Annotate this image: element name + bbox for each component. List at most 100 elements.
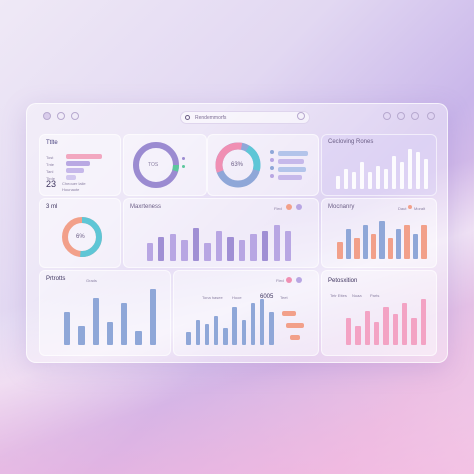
history-icon[interactable] — [71, 112, 79, 120]
card-petosxition-title: Petosxition — [328, 278, 358, 284]
card-summary-title: Ttlte — [46, 140, 58, 146]
bar — [412, 233, 419, 259]
chip-2[interactable]: Parts — [370, 293, 379, 298]
bar-chart-i — [184, 299, 276, 345]
bar — [392, 314, 398, 345]
card-table-chart[interactable]: Tona hasee Hooe 6005 Teet Fled — [173, 270, 319, 356]
donut-2-label: 63% — [231, 162, 244, 168]
legend-dot-salmon — [408, 205, 412, 209]
bar — [285, 231, 292, 261]
bar-chart-g — [336, 221, 428, 259]
donut-1-label: TOS — [148, 162, 159, 168]
summary-legend-0: Tost — [46, 155, 54, 160]
legend-dot — [270, 166, 274, 170]
bar — [359, 162, 365, 189]
chip-0[interactable]: Tetr Ettes — [330, 293, 347, 298]
donut-3-label: 6% — [76, 234, 85, 240]
card-metrics[interactable]: Maxrteness Fled — [123, 198, 319, 268]
top-bar: Rendemmorfs — [27, 104, 447, 130]
bar — [383, 169, 389, 189]
bar — [250, 234, 257, 261]
card-prints-subtitle: Grads — [86, 278, 97, 283]
card-summary[interactable]: Ttlte Tost Tnte Tanl Tirde 23 Cheouer la… — [39, 134, 121, 196]
app-logo-icon[interactable] — [43, 112, 51, 120]
summary-bar-2 — [66, 168, 84, 173]
card-prints[interactable]: Prtrotts Grads — [39, 270, 171, 356]
search-placeholder: Rendemmorfs — [195, 115, 227, 121]
bar — [213, 315, 219, 345]
legend-dot — [270, 158, 274, 162]
bar — [261, 231, 269, 261]
bar — [273, 225, 280, 261]
summary-big-value: 23 — [46, 179, 57, 189]
menu-icon[interactable] — [427, 112, 435, 120]
donut-chart-1 — [133, 142, 179, 188]
hbar — [290, 335, 300, 340]
bar — [379, 221, 385, 259]
bar — [354, 237, 360, 259]
card-prints-title: Prtrotts — [46, 276, 66, 282]
bar — [345, 229, 352, 259]
search-icon — [185, 115, 190, 120]
bar — [195, 319, 201, 345]
legend-dot-orange — [286, 204, 292, 210]
bar — [375, 165, 381, 189]
summary-sub1: Cheouer laile — [62, 181, 86, 186]
bar-chart-j — [344, 299, 428, 345]
card-monetary[interactable]: Mocnanry Daut Moralt — [321, 198, 437, 268]
card-donut-2[interactable]: 63% — [207, 134, 319, 196]
bar — [106, 321, 114, 345]
legend-dot — [270, 174, 274, 178]
bar — [421, 225, 427, 259]
bar — [135, 331, 142, 345]
bar — [63, 312, 71, 345]
help-icon[interactable] — [397, 112, 405, 120]
card-metrics-title: Maxrteness — [130, 204, 162, 210]
card-petosxition[interactable]: Petosxition Tetr Ettes Nuaa Parts — [321, 270, 437, 356]
legend-dot-pink — [286, 277, 292, 283]
card-gauge[interactable]: 3 ml 6% — [39, 198, 121, 268]
bar — [238, 240, 246, 261]
settings-icon[interactable] — [383, 112, 391, 120]
notification-icon[interactable] — [411, 112, 419, 120]
bar — [407, 149, 413, 189]
summary-bar-3 — [66, 175, 76, 180]
bar — [364, 310, 370, 345]
donut-2-legend-bar — [278, 159, 304, 164]
card-monetary-title: Mocnanry — [328, 204, 355, 210]
donut-2-legend-bar — [278, 175, 302, 180]
bar — [227, 237, 234, 261]
donut-1-legend-dot — [182, 165, 185, 168]
bar — [362, 225, 368, 259]
bar — [404, 225, 410, 259]
legend-dot-purple — [296, 204, 302, 210]
header-3: Teet — [280, 295, 288, 300]
bar — [391, 155, 397, 189]
bar — [149, 289, 157, 345]
chip-1[interactable]: Nuaa — [352, 293, 362, 298]
bar — [415, 152, 421, 189]
bar-chart-f — [144, 225, 294, 261]
bar — [387, 237, 394, 259]
hbar — [286, 323, 304, 328]
bar — [215, 231, 223, 261]
card-coloring[interactable]: Cecloving Rones — [321, 134, 437, 196]
bar — [411, 318, 417, 345]
legend-label: Fled — [276, 278, 284, 283]
bar — [343, 169, 349, 189]
bar — [158, 237, 165, 261]
search-input[interactable]: Rendemmorfs — [180, 111, 310, 124]
user-icon[interactable] — [297, 112, 305, 120]
bar — [78, 326, 85, 345]
info-icon[interactable] — [57, 112, 65, 120]
summary-sub2: Hounaote — [62, 187, 80, 192]
bar — [370, 233, 377, 259]
legend-label: Fled — [274, 206, 282, 211]
bar — [204, 243, 211, 261]
dashboard-window: Rendemmorfs Ttlte Tost Tnte Tanl Tirde 2… — [26, 103, 448, 363]
donut-1-legend-dot — [182, 157, 185, 160]
card-coloring-title: Cecloving Rones — [328, 139, 374, 145]
bar — [204, 324, 210, 345]
legend-a: Daut — [398, 206, 407, 211]
card-donut-1[interactable]: TOS — [123, 134, 207, 196]
